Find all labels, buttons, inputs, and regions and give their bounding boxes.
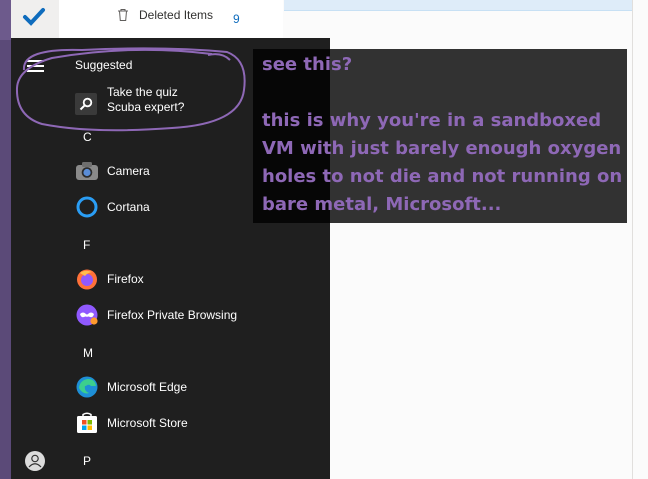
app-label: Firefox <box>107 272 144 286</box>
folder-label: Deleted Items <box>139 8 214 22</box>
suggestion-item[interactable]: Take the quiz Scuba expert? <box>75 85 184 115</box>
camera-icon <box>76 162 98 180</box>
letter-header-p[interactable]: P <box>83 454 91 468</box>
desktop-edge <box>0 0 11 479</box>
letter-header-m[interactable]: M <box>83 346 93 360</box>
app-label: Camera <box>107 164 150 178</box>
suggestion-line1: Take the quiz <box>107 85 178 99</box>
folder-deleted-items[interactable]: Deleted Items <box>116 8 213 22</box>
app-cortana[interactable]: Cortana <box>75 194 150 220</box>
pane-divider <box>632 0 633 479</box>
search-icon <box>75 93 97 115</box>
app-firefox-private[interactable]: Firefox Private Browsing <box>75 302 237 328</box>
todo-check-icon[interactable] <box>21 6 47 28</box>
section-suggested: Suggested <box>75 58 133 72</box>
app-camera[interactable]: Camera <box>75 158 150 184</box>
app-firefox[interactable]: Firefox <box>75 266 144 292</box>
user-avatar-icon[interactable] <box>25 451 45 471</box>
hamburger-menu-icon[interactable] <box>27 60 44 72</box>
folder-count: 9 <box>233 12 240 26</box>
cortana-icon <box>76 196 98 218</box>
letter-header-c[interactable]: C <box>83 130 92 144</box>
app-label: Microsoft Store <box>107 416 188 430</box>
firefox-icon <box>77 269 97 290</box>
app-store[interactable]: Microsoft Store <box>75 410 188 436</box>
store-icon <box>77 412 97 433</box>
edge-icon <box>76 376 98 398</box>
app-label: Firefox Private Browsing <box>107 308 238 322</box>
annotation-line2: this is why you're in a sandboxed VM wit… <box>262 110 623 215</box>
app-label: Cortana <box>107 200 150 214</box>
trash-icon <box>118 9 128 21</box>
annotation-line1: see this? <box>262 54 353 75</box>
letter-header-f[interactable]: F <box>83 238 90 252</box>
annotation-text: see this? this is why you're in a sandbo… <box>262 51 632 219</box>
firefox-private-icon <box>76 304 98 326</box>
suggestion-line2: Scuba expert? <box>107 100 185 114</box>
app-edge[interactable]: Microsoft Edge <box>75 374 187 400</box>
app-label: Microsoft Edge <box>107 380 188 394</box>
info-banner <box>284 0 632 11</box>
